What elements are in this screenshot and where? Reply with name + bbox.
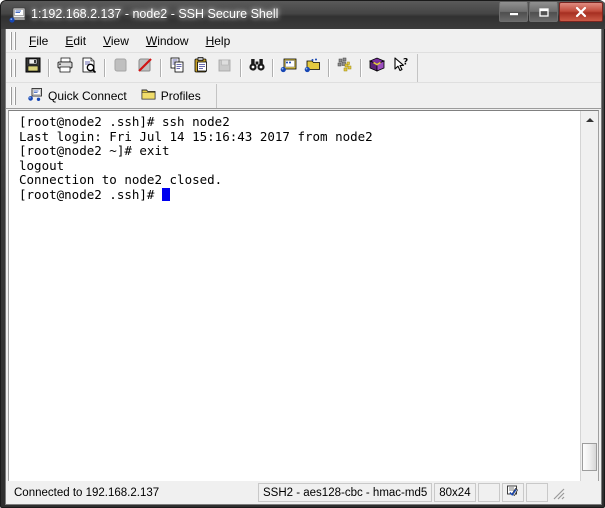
status-bar: Connected to 192.168.2.137 SSH2 - aes128… xyxy=(6,481,601,504)
svg-text:?: ? xyxy=(403,58,408,68)
context-help-button[interactable]: ? xyxy=(389,56,413,80)
toolbar-separator xyxy=(360,58,362,77)
menu-item-edit[interactable]: Edit xyxy=(57,31,95,51)
terminal-cursor xyxy=(162,187,170,201)
find-button[interactable] xyxy=(245,56,269,80)
quickbar-gripper[interactable] xyxy=(10,86,17,105)
terminal-prompt-line: [root@node2 .ssh]# xyxy=(19,186,580,203)
title-bar[interactable]: 1:192.168.2.137 - node2 - SSH Secure She… xyxy=(1,1,605,29)
disconnect-icon xyxy=(136,56,154,79)
toolbar: ? xyxy=(6,53,601,83)
upload-transfer-icon xyxy=(280,56,298,79)
menu-item-file[interactable]: File xyxy=(21,31,57,51)
toolbar-gripper[interactable] xyxy=(10,58,17,77)
close-button[interactable] xyxy=(559,2,603,22)
quick-connect-button[interactable]: Quick Connect xyxy=(21,85,134,107)
terminal-line: [root@node2 ~]# exit xyxy=(19,143,170,159)
toolbar-separator xyxy=(104,58,106,77)
toolbar-separator xyxy=(160,58,162,77)
window-controls xyxy=(499,2,603,22)
menu-label-edit-rest: dit xyxy=(73,33,87,48)
status-spacer-panel-2 xyxy=(525,483,548,502)
status-connection: Connected to 192.168.2.137 xyxy=(10,483,256,502)
copy-icon xyxy=(168,56,186,79)
scroll-up-button[interactable] xyxy=(581,111,598,128)
terminal-line: [root@node2 .ssh]# ssh node2 xyxy=(19,114,230,129)
maximize-button[interactable] xyxy=(529,2,558,22)
context-help-icon: ? xyxy=(392,56,410,79)
folder-icon xyxy=(141,87,156,104)
print-icon xyxy=(56,56,74,79)
menu-label-window-rest: indow xyxy=(157,33,189,48)
status-spacer-panel xyxy=(477,483,500,502)
terminal-panel: [root@node2 .ssh]# ssh node2 Last login:… xyxy=(8,110,599,498)
menu-item-view[interactable]: View xyxy=(95,31,138,51)
connect-icon xyxy=(112,56,130,79)
print-preview-icon xyxy=(80,56,98,79)
toolbar-separator xyxy=(328,58,330,77)
menu-item-help[interactable]: Help xyxy=(198,31,240,51)
quick-connect-bar: Quick Connect Profiles xyxy=(6,83,601,109)
upload-transfer-button[interactable] xyxy=(277,56,301,80)
application-window: 1:192.168.2.137 - node2 - SSH Secure She… xyxy=(0,0,605,508)
status-indicator-panel[interactable] xyxy=(501,483,524,502)
save-button[interactable] xyxy=(21,56,45,80)
menu-label-view-rest: iew xyxy=(110,33,129,48)
quick-connect-label: Quick Connect xyxy=(48,88,127,103)
settings-button[interactable] xyxy=(333,56,357,80)
profiles-button[interactable]: Profiles xyxy=(134,85,208,106)
toolbar-separator xyxy=(48,58,50,77)
status-dimensions: 80x24 xyxy=(434,483,476,502)
resize-grip[interactable] xyxy=(550,483,566,502)
terminal-scrollbar[interactable] xyxy=(580,111,598,497)
minimize-button[interactable] xyxy=(499,2,528,22)
download-transfer-button[interactable] xyxy=(301,56,325,80)
window-title: 1:192.168.2.137 - node2 - SSH Secure She… xyxy=(31,7,279,21)
scroll-up-icon xyxy=(585,117,594,122)
encryption-indicator-icon xyxy=(506,484,520,501)
settings-gear-icon xyxy=(336,56,354,79)
scroll-thumb[interactable] xyxy=(582,443,597,471)
help-button[interactable] xyxy=(365,56,389,80)
terminal-line: Last login: Fri Jul 14 15:16:43 2017 fro… xyxy=(19,128,373,144)
quick-connect-icon xyxy=(28,87,43,105)
find-icon xyxy=(248,56,266,79)
terminal-prompt-text: [root@node2 .ssh]# xyxy=(19,186,162,202)
terminal-output[interactable]: [root@node2 .ssh]# ssh node2 Last login:… xyxy=(9,111,580,497)
menu-bar: File Edit View Window Help xyxy=(6,29,601,53)
terminal-line: Connection to node2 closed. xyxy=(19,172,223,188)
disconnect-button[interactable] xyxy=(133,56,157,80)
copy-button[interactable] xyxy=(165,56,189,80)
connect-button[interactable] xyxy=(109,56,133,80)
paste-clipboard-icon xyxy=(216,56,234,79)
save-icon xyxy=(24,56,42,79)
download-transfer-icon xyxy=(304,56,322,79)
print-preview-button[interactable] xyxy=(77,56,101,80)
print-button[interactable] xyxy=(53,56,77,80)
client-area: File Edit View Window Help ? Quick Conne… xyxy=(5,29,602,505)
help-book-icon xyxy=(368,56,386,79)
paste-clipboard-button[interactable] xyxy=(213,56,237,80)
ssh-terminal-icon xyxy=(9,6,27,24)
menu-label-help-rest: elp xyxy=(214,33,231,48)
terminal-line: logout xyxy=(19,157,65,173)
toolbar-separator xyxy=(240,58,242,77)
menu-gripper[interactable] xyxy=(10,31,17,50)
menu-item-window[interactable]: Window xyxy=(138,31,198,51)
paste-button[interactable] xyxy=(189,56,213,80)
paste-icon xyxy=(192,56,210,79)
status-cipher: SSH2 - aes128-cbc - hmac-md5 xyxy=(258,483,433,502)
menu-label-file-rest: ile xyxy=(36,33,49,48)
toolbar-separator xyxy=(272,58,274,77)
profiles-label: Profiles xyxy=(160,88,201,103)
